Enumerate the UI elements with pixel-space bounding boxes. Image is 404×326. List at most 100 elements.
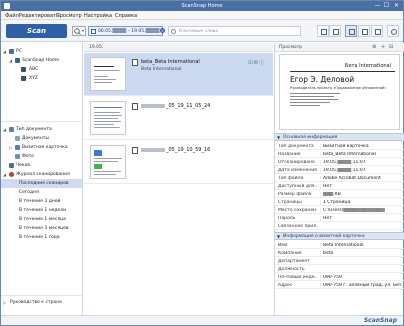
item-actions[interactable]: ☑✉ⓘ [248, 59, 265, 66]
collapse-arrow-icon[interactable]: ▼ [277, 135, 280, 140]
basic-info-key: Пароль [278, 215, 296, 221]
scan-button[interactable]: Scan [6, 24, 67, 38]
card-info-value[interactable]: beta [320, 250, 402, 256]
tree-label-journal-item: В течение 3 месяцев [19, 226, 69, 231]
collapse-arrow-icon[interactable]: ◢ [3, 127, 6, 132]
card-info-value[interactable]: Beta International [320, 242, 402, 248]
basic-info-row[interactable]: Место сохранен… C:\Users\▒▒▒▒▒▒▒▒▒▒▒▒ [275, 206, 404, 214]
keyword-search-input[interactable]: Ключевые слова [168, 26, 301, 36]
card-info-key: Адрес [278, 282, 293, 288]
card-info-row[interactable]: Адрес 090-759 г. Зелёный град, ул. Бета [275, 281, 404, 289]
view-list-button[interactable] [345, 25, 357, 37]
basic-info-row[interactable]: Страницы 1 Страница [275, 198, 404, 206]
basic-info-value[interactable]: Нет [320, 215, 402, 221]
card-info-row[interactable]: Департамент [275, 257, 404, 265]
expand-arrow-icon[interactable]: ▷ [3, 300, 6, 305]
card-info-key: Департамент [278, 258, 310, 264]
tree-item-pc[interactable]: ◢ PC [1, 47, 83, 56]
basic-info-value[interactable]: beta_Beta International [320, 151, 402, 157]
tree-item-scansnap-home[interactable]: ◢ ScanSnap Home [1, 56, 83, 65]
tree-item-3-months[interactable]: В течение 3 месяцев [1, 224, 83, 233]
search-filter-button[interactable] [72, 26, 86, 36]
card-info-row[interactable]: Должность [275, 265, 404, 273]
tree-item-1-month[interactable]: В течение 1 месяца [1, 215, 83, 224]
business-card-preview[interactable]: Бета International Егор Э. Деловой Руков… [279, 54, 400, 130]
list-item[interactable]: _05_19_10_59_16 [84, 141, 273, 184]
basic-info-row[interactable]: Связанное прил… [275, 222, 404, 230]
clear-date-icon[interactable]: × [160, 28, 165, 33]
close-button[interactable]: ✕ [392, 2, 401, 10]
document-name: _05_19_10_59_16 [141, 147, 210, 153]
basic-info-value[interactable]: 19.05.▒▒▒▒ 11:07 [320, 167, 402, 173]
basic-info-header[interactable]: ▼ Основная информация [275, 133, 404, 141]
document-thumbnail[interactable] [90, 57, 126, 91]
tree-item-photos[interactable]: Фото [1, 152, 83, 161]
collapse-arrow-icon[interactable]: ◢ [3, 172, 6, 177]
basic-info-value[interactable]: Adobe Acrobat Document [320, 175, 402, 181]
card-info-row[interactable]: Почтовый инде… 090-759 [275, 273, 404, 281]
list-item[interactable]: _05_19_11_05_24 [84, 97, 273, 140]
preview-header: Просмотр ⊕ + ⊟ [275, 43, 404, 52]
tree-item-recent-scans[interactable]: Последние сканиров [1, 179, 83, 188]
add-icon[interactable]: + [381, 44, 385, 50]
basic-info-row[interactable]: Дата изменения 19.05.▒▒▒▒ 11:07 [275, 166, 404, 174]
settings-button[interactable] [387, 25, 399, 37]
basic-info-row[interactable]: Пароль Нет [275, 214, 404, 222]
tree-item-today[interactable]: Сегодня [1, 188, 83, 197]
share-button[interactable] [329, 25, 341, 37]
basic-info-row[interactable]: Размер файла ▒▒▒ KB [275, 190, 404, 198]
zoom-in-icon[interactable]: ⊕ [372, 44, 376, 50]
guide-link[interactable]: ▷ Руководство к стране [1, 298, 83, 307]
menu-view[interactable]: Просмотр [56, 13, 82, 19]
tree-item-doc-types[interactable]: ◢ Тип документа [1, 125, 83, 134]
basic-info-row[interactable]: Доступный для… Нет [275, 182, 404, 190]
menu-settings[interactable]: Настройка [84, 13, 112, 19]
card-info-row[interactable]: Имя Beta International [275, 241, 404, 249]
collapse-arrow-icon[interactable]: ◢ [9, 58, 12, 63]
card-info-value[interactable]: 090-759 г. Зелёный град, ул. Бета [320, 282, 402, 288]
basic-info-row[interactable]: Отсканировано 19.05.▒▒▒▒ 11:07 [275, 158, 404, 166]
basic-info-value[interactable]: ▒▒▒ KB [320, 191, 402, 197]
menu-file[interactable]: Файл [5, 13, 19, 19]
list-item[interactable]: beta_Beta International Beta Internation… [84, 53, 273, 96]
card-info-row[interactable]: Компания beta [275, 249, 404, 257]
tree-item-folder-xyz[interactable]: XYZ [1, 74, 83, 83]
date-range-filter[interactable]: 06.05.▒▒▒▒ – 19.05.▒▒▒▒ [88, 26, 163, 36]
basic-info-value[interactable]: 1 Страница [320, 199, 402, 205]
expand-arrow-icon[interactable]: ▷ [9, 145, 12, 150]
document-thumbnail[interactable] [90, 145, 126, 179]
maximize-button[interactable]: ☐ [382, 2, 391, 10]
basic-info-row[interactable]: Название beta_Beta International [275, 150, 404, 158]
menu-edit[interactable]: Редактировать [19, 13, 59, 19]
gear-icon [391, 29, 397, 35]
card-info-value[interactable]: 090-759 [320, 274, 402, 280]
tree-item-1-week[interactable]: В течение 1 недели [1, 206, 83, 215]
menu-help[interactable]: Справка [115, 13, 137, 19]
basic-info-value[interactable]: 19.05.▒▒▒▒ 11:07 [320, 159, 402, 165]
view-thumbnail-button[interactable] [358, 25, 370, 37]
document-thumbnail[interactable] [90, 101, 126, 135]
edit-button[interactable] [317, 25, 329, 37]
view-detail-button[interactable] [371, 25, 383, 37]
tree-item-1-year[interactable]: В течение 1 года [1, 233, 83, 242]
collapse-arrow-icon[interactable]: ◢ [3, 49, 6, 54]
minimize-button[interactable]: — [373, 2, 382, 10]
basic-info-value[interactable]: C:\Users\▒▒▒▒▒▒▒▒▒▒▒▒ [320, 207, 402, 213]
basic-info-row[interactable]: Тип документа Визитная карточка [275, 142, 404, 150]
basic-info-value[interactable]: Визитная карточка [320, 143, 402, 149]
info-icon[interactable]: ⓘ [259, 60, 265, 66]
tree-item-3-days[interactable]: В течение 3 дней [1, 197, 83, 206]
basic-info-value[interactable]: Нет [320, 183, 402, 189]
divider [1, 295, 83, 296]
pin-icon[interactable]: ⊟ [389, 44, 393, 50]
tree-item-documents[interactable]: Документы [1, 134, 83, 143]
tree-item-receipts[interactable]: Чеков [1, 161, 83, 170]
card-info-header[interactable]: ▼ Информация о визитной карточке [275, 232, 404, 240]
tree-item-scan-journal[interactable]: ◢ Журнал сканирования [1, 170, 83, 179]
basic-info-row[interactable]: Тип файла Adobe Acrobat Document [275, 174, 404, 182]
tree-item-folder-abc[interactable]: ABC [1, 65, 83, 74]
tree-item-business-cards[interactable]: ▷ Визитная карточка [1, 143, 83, 152]
status-bar: ScanSnap [1, 315, 403, 325]
card-info-key: Компания [278, 250, 302, 256]
collapse-arrow-icon[interactable]: ▼ [277, 234, 280, 239]
